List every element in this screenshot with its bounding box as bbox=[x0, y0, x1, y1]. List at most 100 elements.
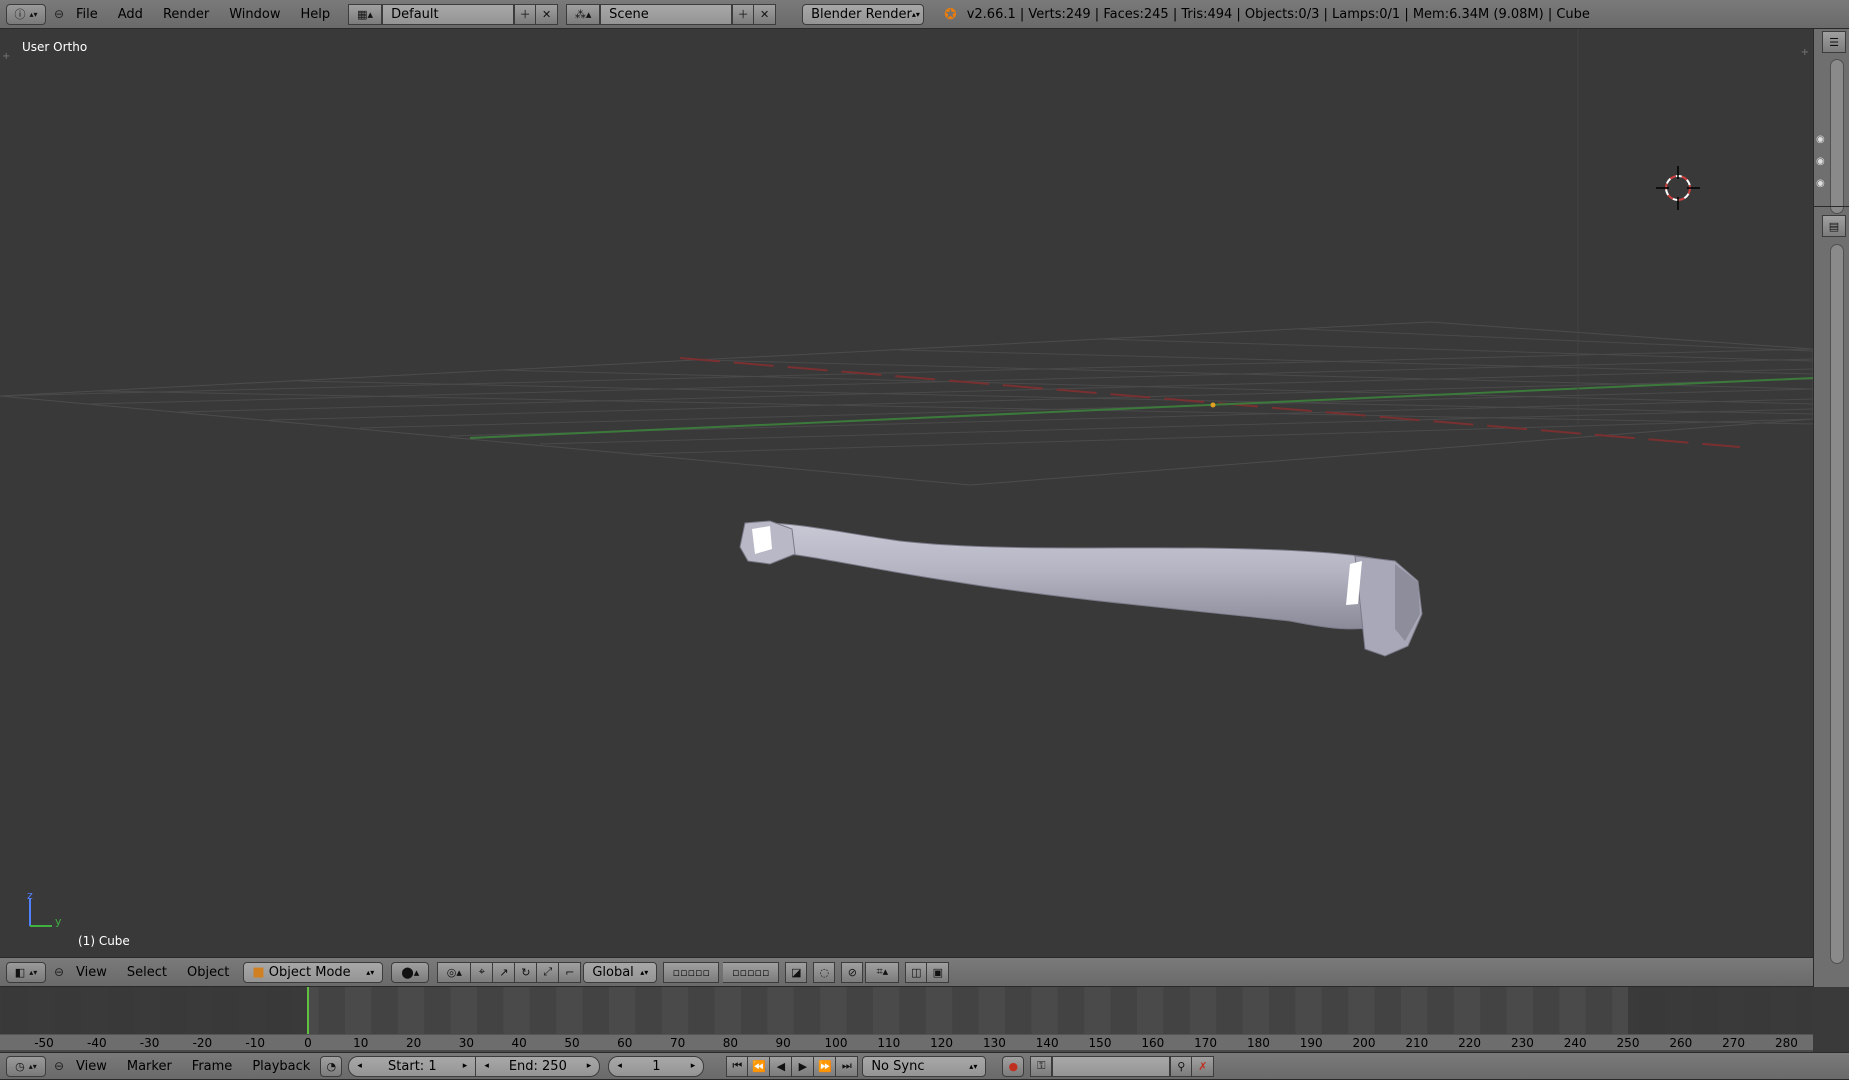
current-frame-field[interactable]: ◂ 1 ▸ bbox=[608, 1055, 705, 1077]
outliner-editor-icon[interactable]: ☰ bbox=[1822, 31, 1846, 53]
timeline-tick-label: 140 bbox=[1035, 1036, 1059, 1050]
jump-prev-keyframe-icon[interactable]: ⏪ bbox=[748, 1055, 771, 1077]
proportional-edit-icon[interactable]: ◌ bbox=[813, 961, 836, 983]
layers-group-1[interactable]: ▫▫▫▫▫ bbox=[663, 961, 720, 983]
timeline-tick-label: 240 bbox=[1563, 1036, 1587, 1050]
add-scene-button[interactable]: ＋ bbox=[732, 3, 755, 25]
end-frame-label: End: 250 bbox=[508, 1058, 567, 1074]
menu-object[interactable]: Object bbox=[177, 965, 239, 980]
lock-camera-icon[interactable]: ◪ bbox=[785, 961, 808, 983]
timeline-frame-column bbox=[1004, 987, 1032, 1034]
keying-set-field[interactable] bbox=[1052, 1055, 1171, 1077]
timeline-frame-column bbox=[1163, 987, 1190, 1034]
restrict-icons[interactable]: ◉ ◉ ◉ bbox=[1816, 129, 1825, 195]
timeline-tick-label: 120 bbox=[930, 1036, 954, 1050]
manipulator-toggle[interactable]: ⌖ bbox=[471, 961, 494, 983]
properties-editor-icon[interactable]: ▤ bbox=[1822, 215, 1846, 237]
preview-range-icon[interactable]: ◔ bbox=[320, 1055, 343, 1077]
menu-help[interactable]: Help bbox=[290, 7, 340, 22]
menu-render[interactable]: Render bbox=[153, 7, 219, 22]
jump-end-icon[interactable]: ⏭ bbox=[836, 1055, 859, 1077]
end-frame-field[interactable]: ◂ End: 250 ▸ bbox=[476, 1055, 601, 1077]
timeline-frame-column bbox=[1216, 987, 1243, 1034]
menu-add[interactable]: Add bbox=[108, 7, 153, 22]
timeline-frame-column bbox=[424, 987, 451, 1034]
play-reverse-icon[interactable]: ◀ bbox=[770, 1055, 793, 1077]
timeline-tick-label: -20 bbox=[192, 1036, 213, 1050]
mode-select[interactable]: ■ Object Mode ▴▾ bbox=[243, 961, 384, 983]
insert-keyframe-icon[interactable]: ⚲ bbox=[1170, 1055, 1193, 1077]
timeline-tick-label: -30 bbox=[139, 1036, 160, 1050]
timeline-frame-column bbox=[793, 987, 821, 1034]
sync-mode-select[interactable]: No Sync ▴▾ bbox=[862, 1055, 987, 1077]
jump-next-keyframe-icon[interactable]: ⏩ bbox=[814, 1055, 837, 1077]
menu-view[interactable]: View bbox=[66, 965, 117, 980]
timeline-area[interactable]: -50 -40 -30 -20 -10 0 10 20 30 40 50 60 70 80 90 100 110… bbox=[0, 987, 1813, 1052]
blender-logo-icon: ✪ bbox=[944, 5, 957, 23]
timeline-tick-label: 190 bbox=[1299, 1036, 1323, 1050]
editor-type-timeline-button[interactable]: ◷ ▴▾ bbox=[6, 1055, 46, 1077]
start-frame-field[interactable]: ◂ Start: 1 ▸ bbox=[348, 1055, 477, 1077]
collapse-menus-icon[interactable]: ⊖ bbox=[52, 965, 66, 979]
snap-toggle-icon[interactable]: ⊘ bbox=[841, 961, 864, 983]
layers-group-2[interactable]: ▫▫▫▫▫ bbox=[723, 961, 780, 983]
render-animation-icon[interactable]: ▣ bbox=[927, 961, 950, 983]
scene-icon[interactable]: ⁂▴ bbox=[566, 3, 601, 25]
toolshelf-toggle-icon[interactable]: + bbox=[2, 51, 10, 62]
properties-scrollbar[interactable] bbox=[1830, 244, 1844, 964]
collapse-menus-icon[interactable]: ⊖ bbox=[52, 7, 66, 21]
timeline-header: ◷ ▴▾ ⊖ View Marker Frame Playback ◔ ◂ Star… bbox=[0, 1052, 1849, 1080]
play-icon[interactable]: ▶ bbox=[792, 1055, 815, 1077]
timeline-ruler[interactable]: -50 -40 -30 -20 -10 0 10 20 30 40 50 60 70 80 90 100 110… bbox=[0, 1034, 1813, 1050]
mode-label: Object Mode bbox=[268, 964, 351, 980]
scale-manipulator-icon[interactable]: ⤢ bbox=[537, 961, 560, 983]
3d-view-header: ◧ ▴▾ ⊖ View Select Object ■ Object Mode ▴▾… bbox=[0, 957, 1813, 987]
add-layout-button[interactable]: ＋ bbox=[514, 3, 537, 25]
viewport-canvas bbox=[0, 29, 1813, 927]
timeline-frame-column bbox=[740, 987, 768, 1034]
rotate-manipulator-icon[interactable]: ↻ bbox=[515, 961, 538, 983]
delete-keyframe-icon[interactable]: ✗ bbox=[1192, 1055, 1215, 1077]
pivot-point-select[interactable]: ◎▴ bbox=[437, 961, 472, 983]
menu-marker[interactable]: Marker bbox=[117, 1059, 182, 1074]
menu-file[interactable]: File bbox=[66, 7, 108, 22]
snap-element-select[interactable]: ⌗▴ bbox=[865, 961, 900, 983]
menu-window[interactable]: Window bbox=[219, 7, 290, 22]
timeline-tick-label: 10 bbox=[353, 1036, 369, 1050]
timeline-tick-label: 50 bbox=[564, 1036, 580, 1050]
timeline-tick-label: 130 bbox=[982, 1036, 1006, 1050]
menu-playback[interactable]: Playback bbox=[242, 1059, 320, 1074]
render-opengl-icon[interactable]: ◫ bbox=[905, 961, 928, 983]
3d-viewport[interactable]: User Ortho z y (1) Cube + + bbox=[0, 29, 1813, 957]
layout-field[interactable]: Default bbox=[382, 3, 515, 25]
remove-scene-button[interactable]: ✕ bbox=[754, 3, 777, 25]
timeline-frame-column bbox=[1374, 987, 1401, 1034]
remove-layout-button[interactable]: ✕ bbox=[536, 3, 559, 25]
keying-set-icon[interactable]: ⚿ bbox=[1030, 1055, 1053, 1077]
timeline-tick-label: -40 bbox=[86, 1036, 107, 1050]
right-editor-strip: ☰ ◉ ◉ ◉ ▤ bbox=[1813, 29, 1849, 987]
timeline-tick-label: -10 bbox=[245, 1036, 265, 1050]
menu-view[interactable]: View bbox=[66, 1059, 117, 1074]
edit-manipulator-icon[interactable]: ⌐ bbox=[559, 961, 582, 983]
scene-field[interactable]: Scene bbox=[600, 3, 733, 25]
viewport-shading-select[interactable]: ⬤▴ bbox=[391, 961, 430, 983]
screen-layout-icon[interactable]: ▦▴ bbox=[348, 3, 383, 25]
gizmo-z-label: z bbox=[27, 889, 33, 902]
transform-orientation-select[interactable]: Global ▴▾ bbox=[583, 961, 658, 983]
timeline-out-of-range bbox=[1628, 987, 1813, 1034]
menu-frame[interactable]: Frame bbox=[182, 1059, 243, 1074]
jump-start-icon[interactable]: ⏮ bbox=[726, 1055, 749, 1077]
timeline-tick-label: 250 bbox=[1616, 1036, 1640, 1050]
editor-type-button[interactable]: ⓘ ▴▾ bbox=[6, 3, 46, 25]
auto-keyframe-record-icon[interactable]: ● bbox=[1002, 1055, 1025, 1077]
properties-toggle-icon[interactable]: + bbox=[1801, 47, 1809, 58]
render-engine-select[interactable]: Blender Render ▴▾ bbox=[802, 3, 925, 25]
menu-select[interactable]: Select bbox=[117, 965, 177, 980]
outliner-scrollbar[interactable] bbox=[1830, 59, 1844, 214]
timeline-frame-column bbox=[1480, 987, 1507, 1034]
translate-manipulator-icon[interactable]: ↗ bbox=[493, 961, 516, 983]
collapse-menus-icon[interactable]: ⊖ bbox=[52, 1059, 66, 1073]
view-name-label: User Ortho bbox=[22, 40, 88, 54]
editor-type-3dview-button[interactable]: ◧ ▴▾ bbox=[6, 961, 46, 983]
